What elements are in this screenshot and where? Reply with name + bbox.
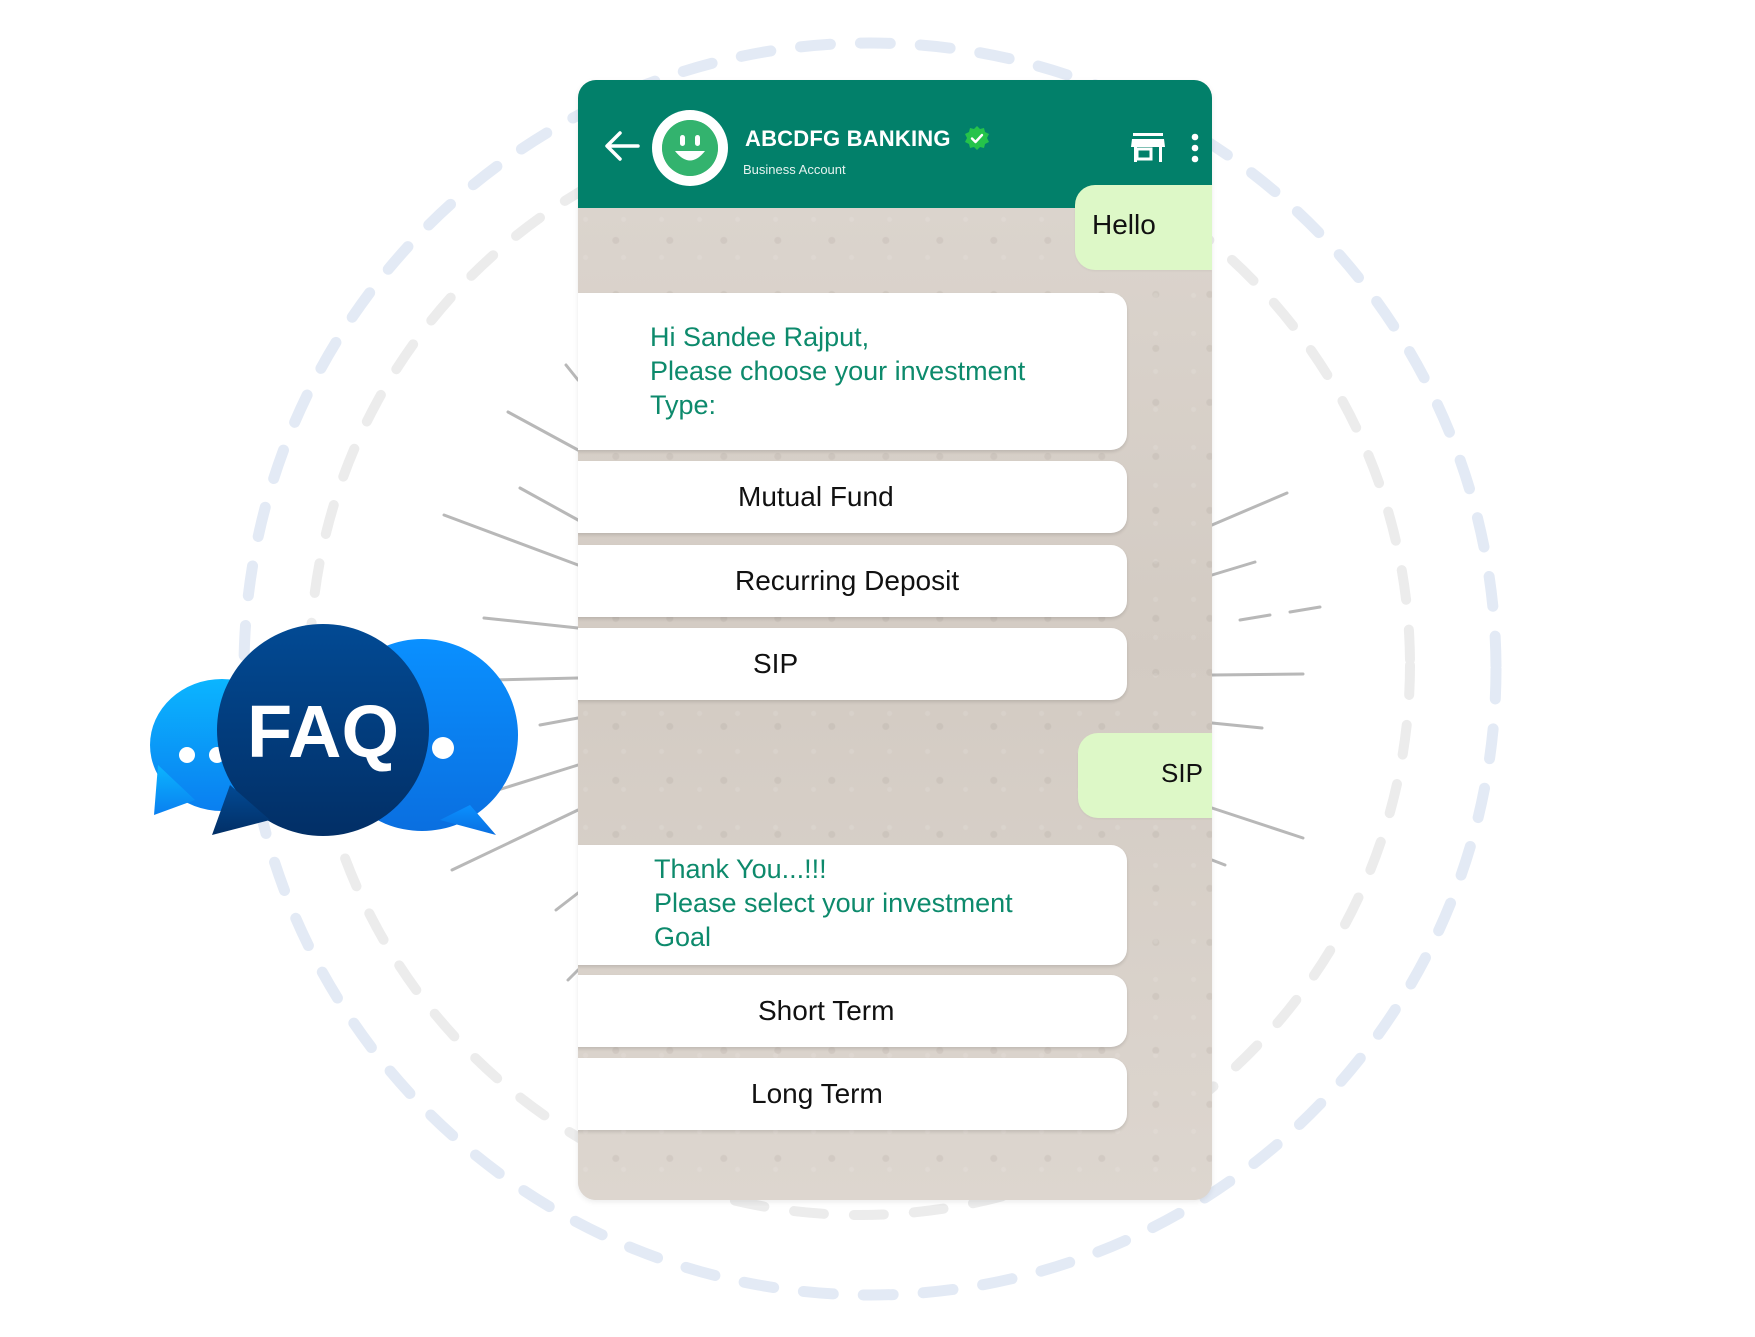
verified-badge-icon <box>965 126 989 150</box>
smiley-face-icon <box>662 120 718 176</box>
chat-window: ABCDFG BANKING Business Account Hello Hi… <box>578 80 1212 1200</box>
storefront-icon[interactable] <box>1130 132 1166 164</box>
contact-name[interactable]: ABCDFG BANKING <box>745 126 951 152</box>
more-vertical-icon[interactable] <box>1190 132 1200 164</box>
outgoing-message: Hello <box>1075 185 1212 270</box>
arrow-left-icon[interactable] <box>602 128 642 164</box>
option-button-long-term[interactable]: Long Term <box>578 1058 1127 1130</box>
option-label: Recurring Deposit <box>735 565 960 596</box>
message-text: Hi Sandee Rajput, Please choose your inv… <box>650 322 1026 420</box>
bot-message: Thank You...!!! Please select your inves… <box>578 845 1127 965</box>
message-text: Thank You...!!! Please select your inves… <box>654 854 1013 952</box>
option-button-mutual-fund[interactable]: Mutual Fund <box>578 461 1127 533</box>
faq-chat-bubbles-icon: FAQ <box>150 624 518 836</box>
faq-main-bubble: FAQ <box>212 624 429 836</box>
faq-label: FAQ <box>247 690 399 773</box>
option-label: Long Term <box>751 1078 883 1109</box>
option-button-short-term[interactable]: Short Term <box>578 975 1127 1047</box>
option-label: SIP <box>753 648 799 679</box>
option-label: Short Term <box>758 995 895 1026</box>
message-text: Hello <box>1092 209 1156 240</box>
avatar[interactable] <box>652 110 728 186</box>
message-text: SIP <box>1161 758 1203 788</box>
option-button-sip[interactable]: SIP <box>578 628 1127 700</box>
contact-subtitle: Business Account <box>743 162 846 177</box>
outgoing-message: SIP <box>1078 733 1212 818</box>
option-button-recurring-deposit[interactable]: Recurring Deposit <box>578 545 1127 617</box>
option-label: Mutual Fund <box>738 481 894 512</box>
bot-message: Hi Sandee Rajput, Please choose your inv… <box>578 293 1127 450</box>
